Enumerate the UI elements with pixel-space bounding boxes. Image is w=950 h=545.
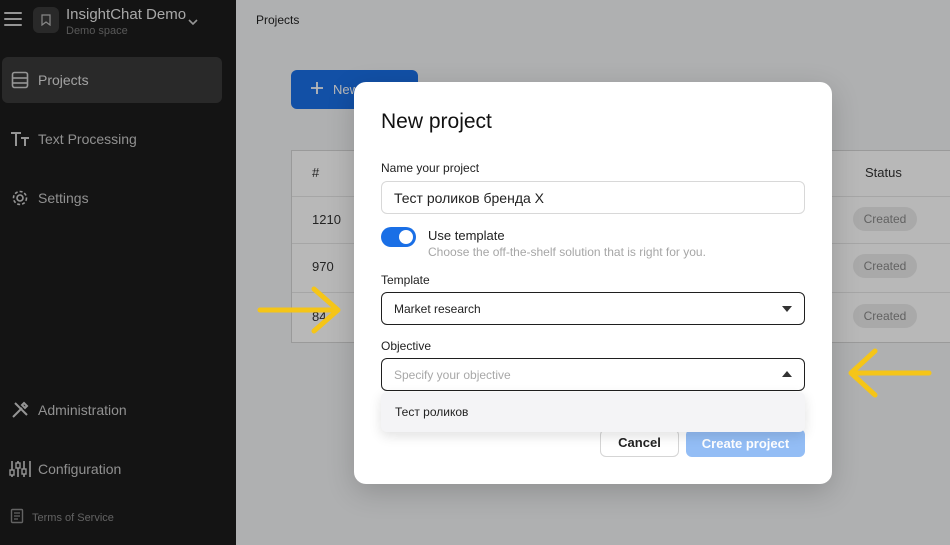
project-name-input[interactable]: Тест роликов бренда X [381, 181, 805, 214]
template-select[interactable]: Market research [381, 292, 805, 325]
use-template-label: Use template [428, 228, 505, 243]
create-project-button[interactable]: Create project [686, 429, 805, 457]
toggle-knob [399, 230, 413, 244]
arrow-right-icon [256, 284, 346, 341]
chevron-up-icon [782, 371, 792, 377]
template-value: Market research [394, 301, 481, 316]
new-project-dialog: New project Name your project Тест ролик… [354, 82, 832, 484]
chevron-down-icon [782, 306, 792, 312]
objective-select[interactable]: Specify your objective [381, 358, 805, 391]
objective-option[interactable]: Тест роликов [381, 392, 805, 432]
template-label: Template [381, 273, 430, 287]
arrow-left-icon [843, 346, 935, 405]
name-label: Name your project [381, 161, 480, 175]
cancel-button[interactable]: Cancel [600, 429, 679, 457]
objective-placeholder: Specify your objective [394, 367, 511, 382]
dialog-title: New project [381, 110, 492, 133]
use-template-toggle[interactable] [381, 227, 416, 247]
objective-label: Objective [381, 339, 432, 353]
use-template-description: Choose the off-the-shelf solution that i… [428, 245, 706, 259]
